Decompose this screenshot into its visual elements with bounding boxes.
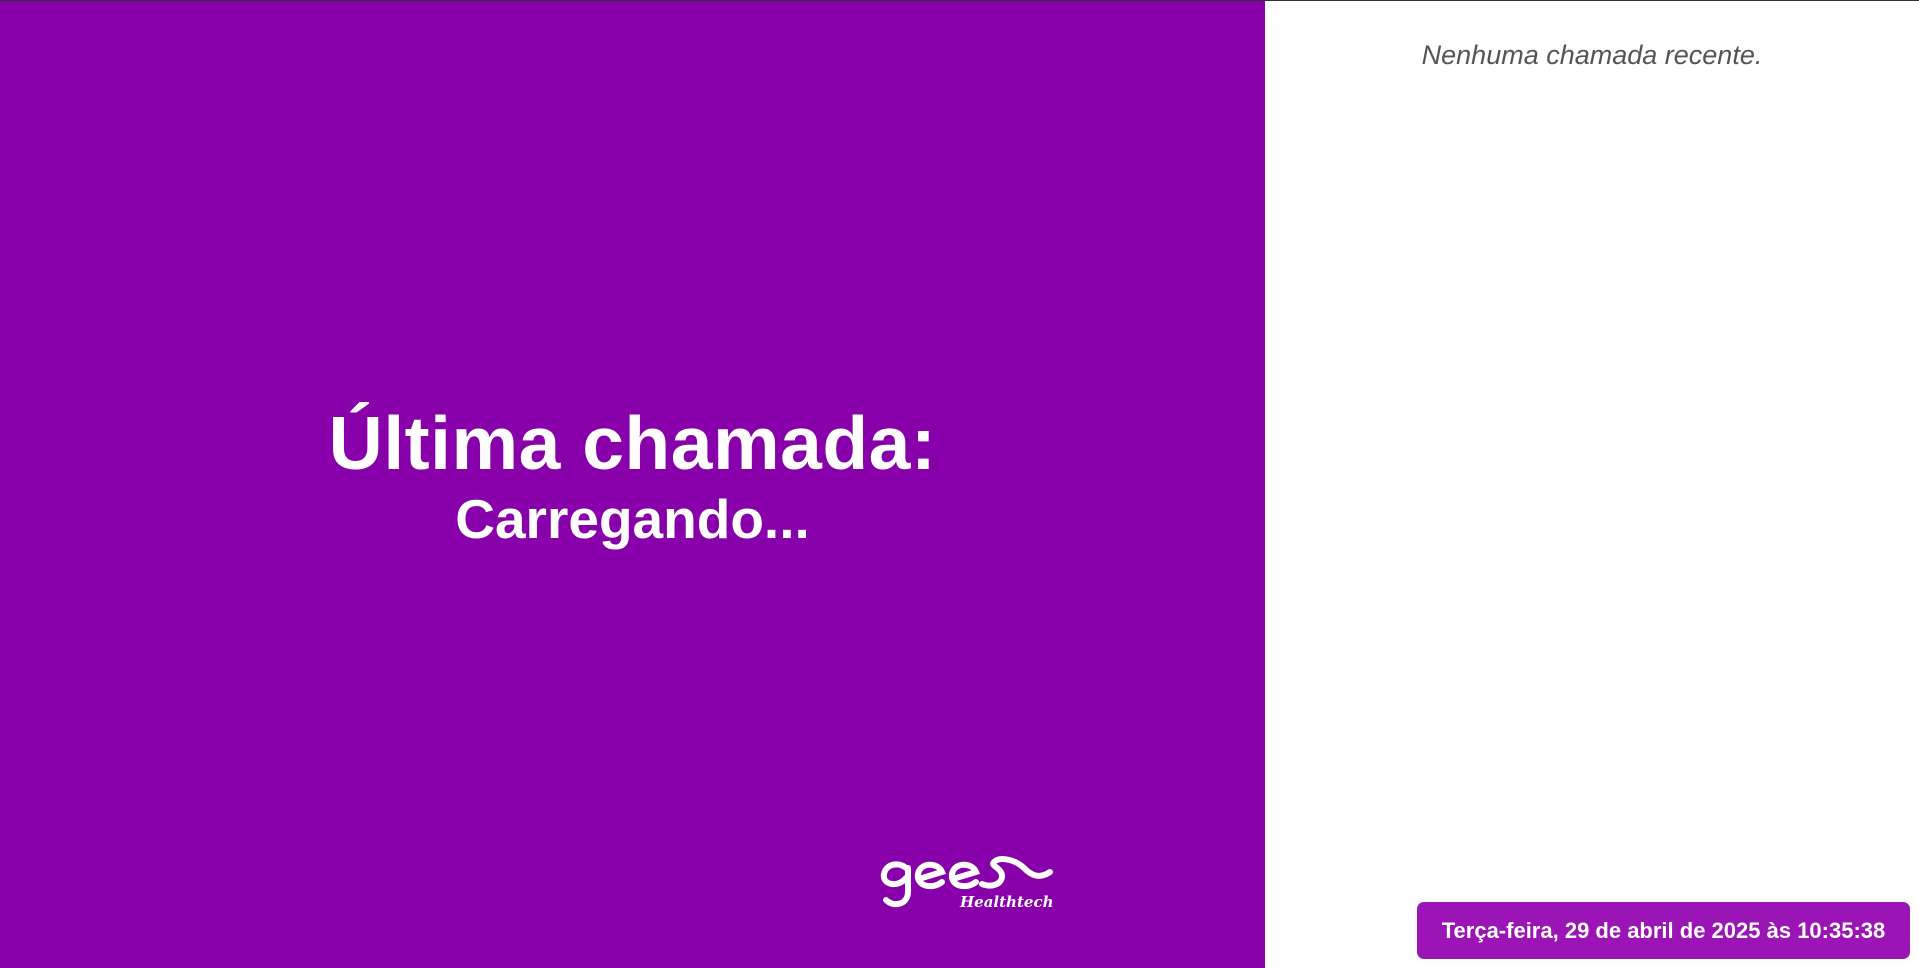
call-display-screen: Última chamada: Carregando... Healthtech…	[0, 0, 1919, 968]
last-call-heading: Última chamada:	[328, 401, 937, 485]
last-call-value: Carregando...	[455, 488, 810, 550]
gees-healthtech-logo-icon: Healthtech	[880, 856, 1053, 910]
last-call-panel: Última chamada: Carregando... Healthtech	[0, 1, 1265, 968]
logo-tagline: Healthtech	[959, 893, 1053, 910]
recent-calls-panel: Nenhuma chamada recente.	[1265, 1, 1919, 968]
datetime-badge: Terça-feira, 29 de abril de 2025 às 10:3…	[1417, 902, 1910, 959]
recent-calls-empty-message: Nenhuma chamada recente.	[1421, 40, 1763, 70]
last-call-block: Última chamada: Carregando...	[0, 406, 1265, 547]
